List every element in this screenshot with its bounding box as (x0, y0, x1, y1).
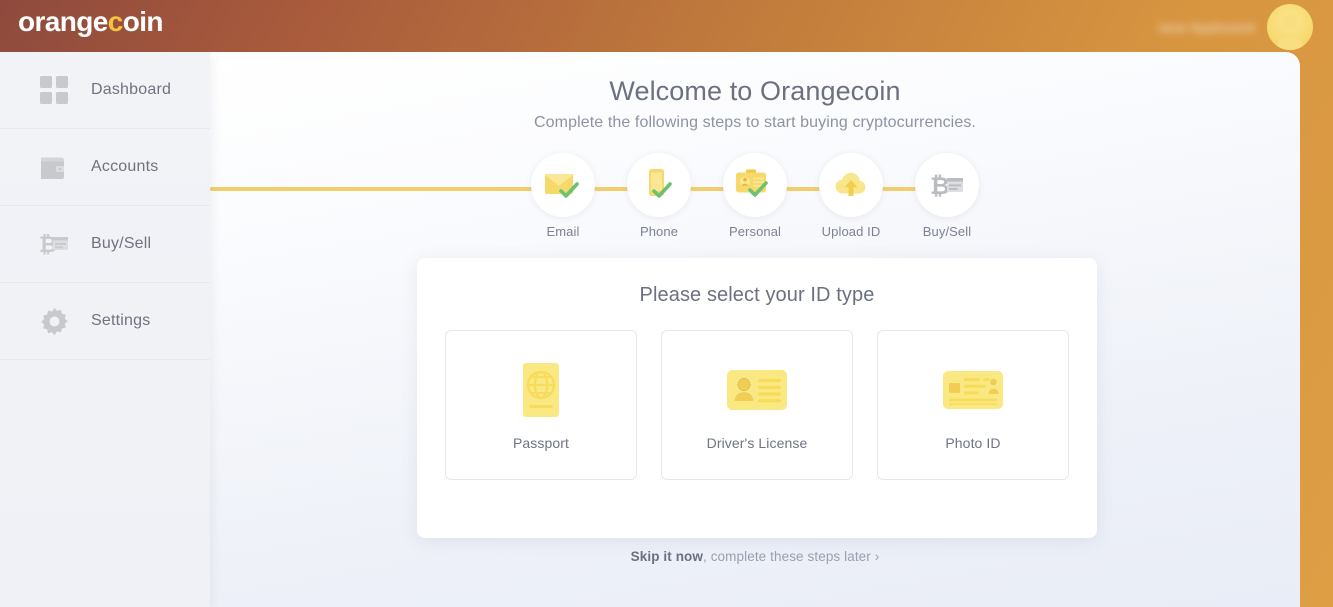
gear-icon (38, 305, 70, 337)
option-label: Driver's License (706, 435, 808, 451)
page-body: Dashboard Accounts ₿ Buy/Sell Settings W… (0, 52, 1300, 607)
step-email[interactable]: Email (531, 153, 595, 239)
option-label: Passport (512, 435, 570, 451)
sidebar-item-label: Accounts (91, 158, 159, 175)
sidebar-item-label: Buy/Sell (91, 235, 152, 252)
grid-icon (38, 74, 70, 106)
stepper-steps: Email Phone Personal Upload ID ₿ Buy/Sel… (210, 153, 1300, 239)
sidebar-item-dashboard[interactable]: Dashboard (0, 52, 210, 129)
chevron-right-icon: › (874, 549, 880, 564)
skip-link[interactable]: Skip it now, complete these steps later … (210, 549, 1300, 564)
step-bubble[interactable] (627, 153, 691, 217)
wallet-icon (38, 151, 70, 183)
passport-book-icon (517, 359, 565, 421)
onboarding-stepper: Email Phone Personal Upload ID ₿ Buy/Sel… (210, 153, 1300, 239)
page-title: Welcome to Orangecoin (609, 76, 901, 106)
brand-logo[interactable]: orangecoin (18, 6, 164, 38)
step-personal[interactable]: Personal (723, 153, 787, 239)
sidebar: Dashboard Accounts ₿ Buy/Sell Settings (0, 52, 210, 607)
id-type-card: Please select your ID type Passport Driv… (417, 258, 1097, 538)
main-content: Welcome to Orangecoin Complete the follo… (210, 52, 1300, 607)
sidebar-item-buysell[interactable]: ₿ Buy/Sell (0, 206, 210, 283)
phone-icon (649, 169, 672, 198)
step-upload-id[interactable]: Upload ID (819, 153, 883, 239)
sidebar-item-label: Settings (91, 312, 151, 329)
card-title: Please select your ID type (639, 284, 875, 306)
option-passport[interactable]: Passport (445, 330, 637, 480)
step-label: Upload ID (821, 224, 881, 239)
bitcoin-card-icon: ₿ (930, 172, 963, 200)
avatar[interactable] (1267, 4, 1313, 50)
bitcoin-card-icon: ₿ (38, 228, 70, 260)
logo-text-accent: c (107, 6, 124, 37)
step-label: Personal (728, 224, 782, 239)
envelope-icon (545, 174, 579, 198)
photo-id-card-icon (942, 359, 1004, 421)
id-card-person-icon (726, 359, 788, 421)
id-type-options: Passport Driver's License Photo ID (417, 330, 1097, 480)
app-root: orangecoin Jane Appleseed Dashboard Acco… (0, 0, 1333, 607)
option-drivers-license[interactable]: Driver's License (661, 330, 853, 480)
skip-link-strong: Skip it now (630, 549, 703, 564)
logo-text-tail: oin (122, 6, 164, 37)
skip-link-rest: , complete these steps later (703, 549, 871, 564)
step-phone[interactable]: Phone (627, 153, 691, 239)
step-label: Phone (639, 224, 679, 239)
top-bar: orangecoin Jane Appleseed (0, 0, 1333, 52)
step-bubble[interactable]: ₿ (915, 153, 979, 217)
id-badge-icon (736, 169, 768, 197)
option-label: Photo ID (945, 435, 1001, 451)
sidebar-item-accounts[interactable]: Accounts (0, 129, 210, 206)
sidebar-item-label: Dashboard (91, 81, 172, 98)
step-bubble[interactable] (531, 153, 595, 217)
logo-text-main: orange (18, 6, 108, 37)
svg-text:₿: ₿ (930, 172, 950, 200)
step-bubble[interactable] (819, 153, 883, 217)
user-menu[interactable]: Jane Appleseed (1157, 4, 1313, 50)
cloud-upload-icon (835, 172, 866, 196)
step-bubble[interactable] (723, 153, 787, 217)
sidebar-item-settings[interactable]: Settings (0, 283, 210, 360)
option-photo-id[interactable]: Photo ID (877, 330, 1069, 480)
user-avatar-icon (1276, 14, 1304, 50)
page-subtitle: Complete the following steps to start bu… (534, 114, 976, 131)
step-buysell[interactable]: ₿ Buy/Sell (915, 153, 979, 239)
user-name-label: Jane Appleseed (1156, 19, 1255, 35)
step-label: Email (546, 224, 580, 239)
step-label: Buy/Sell (922, 224, 972, 239)
